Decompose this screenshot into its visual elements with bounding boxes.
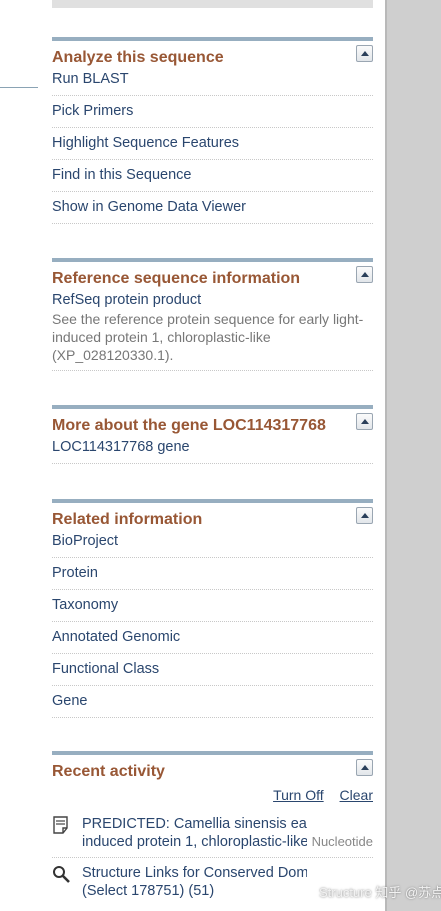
collapse-button[interactable] (356, 759, 373, 776)
recent-activity-item[interactable]: PREDICTED: Camellia sinensis early light… (52, 809, 373, 858)
recent-item-title-line2: (Select 178751) (51) (82, 883, 215, 899)
refseq-protein-link[interactable]: RefSeq protein product (52, 290, 373, 310)
annotated-genomic-link[interactable]: Annotated Genomic (52, 622, 373, 654)
collapse-button[interactable] (356, 413, 373, 430)
right-gutter (385, 0, 441, 911)
collapse-button[interactable] (356, 45, 373, 62)
gene-link[interactable]: LOC114317768 gene (52, 437, 373, 464)
portlet-header: Related information (52, 499, 373, 531)
portlet-title: Related information (52, 511, 203, 528)
reference-sequence-portlet: Reference sequence information RefSeq pr… (52, 258, 373, 371)
highlight-features-link[interactable]: Highlight Sequence Features (52, 128, 373, 160)
functional-class-link[interactable]: Functional Class (52, 654, 373, 686)
collapse-triangle-icon (360, 419, 369, 424)
portlet-title: Recent activity (52, 763, 165, 780)
document-icon (53, 816, 68, 834)
watermark-text: 知乎 @苏点点 (375, 885, 441, 900)
turn-off-link[interactable]: Turn Off (273, 787, 324, 803)
gene-portlet: More about the gene LOC114317768 LOC1143… (52, 405, 373, 464)
recent-item-type: Nucleotide (311, 833, 373, 851)
refseq-entry: RefSeq protein product See the reference… (52, 290, 373, 371)
bioproject-link[interactable]: BioProject (52, 531, 373, 558)
analyze-sequence-portlet: Analyze this sequence Run BLAST Pick Pri… (52, 37, 373, 224)
recent-item-title-line2: induced protein 1, chloroplastic-like (82, 834, 307, 850)
recent-item-title-line1: Structure Links for Conserved Domains (82, 865, 307, 881)
portlet-header: Analyze this sequence (52, 37, 373, 69)
portlet-title: More about the gene LOC114317768 (52, 417, 326, 434)
gene-related-link[interactable]: Gene (52, 686, 373, 718)
collapse-triangle-icon (360, 513, 369, 518)
left-divider-line (0, 87, 38, 88)
taxonomy-link[interactable]: Taxonomy (52, 590, 373, 622)
watermark: Structure 知乎 @苏点点 (319, 882, 441, 901)
pick-primers-link[interactable]: Pick Primers (52, 96, 373, 128)
collapse-triangle-icon (360, 765, 369, 770)
related-information-portlet: Related information BioProject Protein T… (52, 499, 373, 718)
collapse-triangle-icon (360, 51, 369, 56)
clear-link[interactable]: Clear (340, 787, 373, 803)
portlet-title: Reference sequence information (52, 270, 301, 287)
portlet-header: Recent activity (52, 751, 373, 783)
protein-link[interactable]: Protein (52, 558, 373, 590)
collapse-button[interactable] (356, 507, 373, 524)
collapse-triangle-icon (360, 272, 369, 277)
top-scroll-bar (52, 0, 373, 8)
genome-data-viewer-link[interactable]: Show in Genome Data Viewer (52, 192, 373, 224)
recent-item-title-line1: PREDICTED: Camellia sinensis early light… (82, 816, 307, 832)
portlet-header: More about the gene LOC114317768 (52, 405, 373, 437)
find-in-sequence-link[interactable]: Find in this Sequence (52, 160, 373, 192)
run-blast-link[interactable]: Run BLAST (52, 69, 373, 96)
recent-activity-controls: Turn Off Clear (52, 783, 373, 809)
collapse-button[interactable] (356, 266, 373, 283)
refseq-description: See the reference protein sequence for e… (52, 311, 364, 363)
portlet-header: Reference sequence information (52, 258, 373, 290)
recent-item-type: Structure (319, 885, 372, 900)
magnifier-icon (53, 866, 70, 883)
portlet-title: Analyze this sequence (52, 49, 224, 66)
